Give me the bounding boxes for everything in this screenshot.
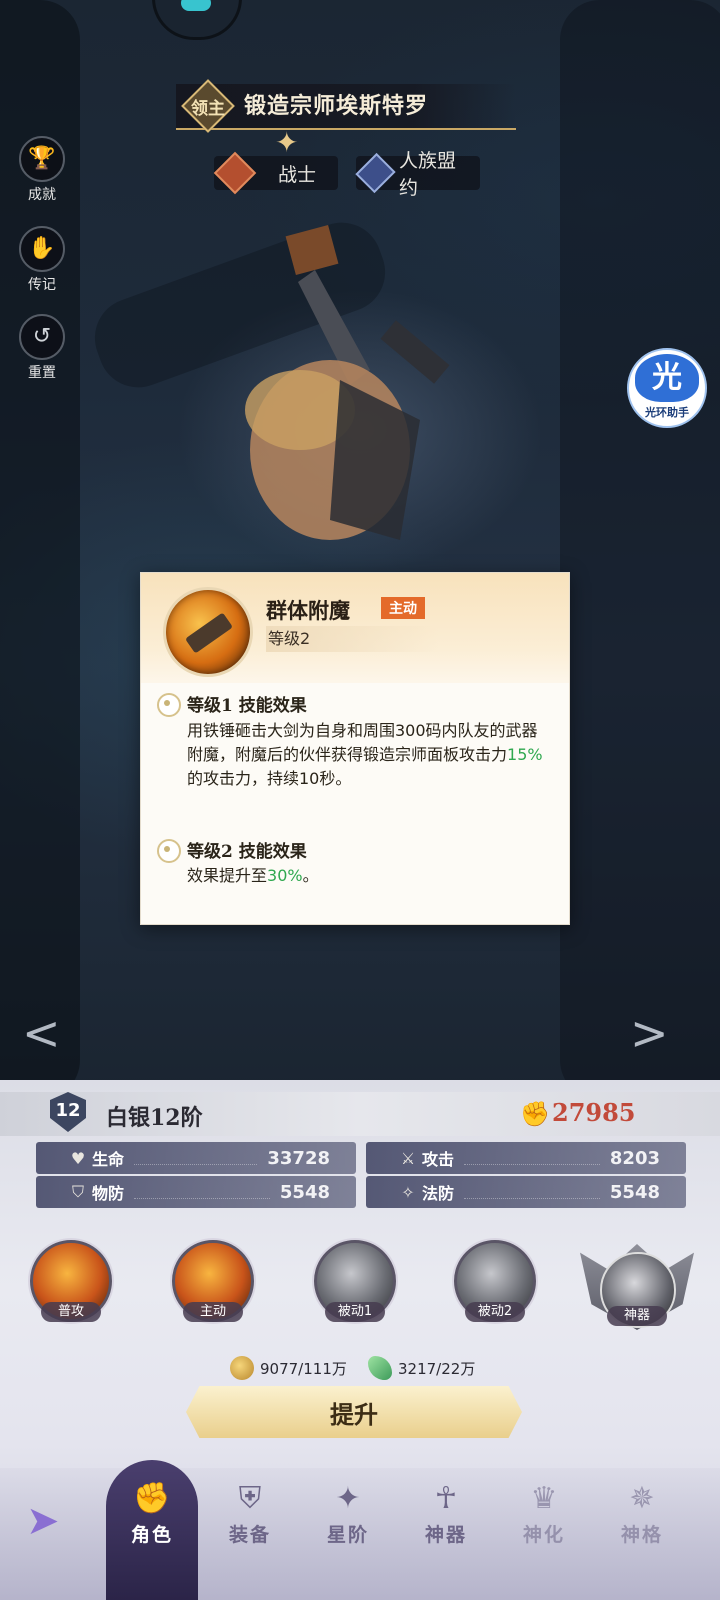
hammer-skill-icon — [163, 587, 253, 677]
sword-icon: ⚔ — [400, 1148, 416, 1168]
crystal-cost: 3217/22万 — [368, 1356, 475, 1380]
rank-level: 12 — [55, 1100, 81, 1121]
skill-type-badge: 主动 — [381, 597, 425, 619]
biography-button[interactable]: ✋ 传记 — [14, 226, 70, 294]
level1-effect-title: 等级1 技能效果 — [187, 696, 307, 716]
stat-attack: ⚔ 攻击 8203 — [366, 1142, 686, 1174]
trophy-icon: 🏆 — [19, 136, 65, 182]
magic-shield-icon: ✧ — [401, 1182, 415, 1202]
moon-bullet-icon — [157, 693, 181, 717]
handshake-icon: ✋ — [19, 226, 65, 272]
hero-faction-tag[interactable]: 人族盟约 — [355, 150, 480, 199]
back-arrow-icon[interactable]: ➤ — [26, 1498, 60, 1544]
skill-name: 群体附魔 — [266, 598, 350, 623]
hero-name: 锻造宗师埃斯特罗 — [244, 93, 429, 119]
nav-tab-divinity[interactable]: ✵ 神格 — [597, 1478, 687, 1547]
skill-slot-active[interactable]: 主动 — [172, 1240, 254, 1322]
upgrade-button[interactable]: 提升 — [186, 1386, 522, 1438]
hero-class-label: 战士 — [278, 163, 317, 186]
lord-badge: 领主 — [180, 82, 236, 130]
hero-faction-label: 人族盟约 — [398, 150, 456, 199]
next-hero-arrow-icon[interactable]: > — [630, 1006, 669, 1060]
faction-shield-icon — [355, 152, 396, 194]
achievement-button[interactable]: 🏆 成就 — [14, 136, 70, 204]
halo-label: 光环助手 — [645, 406, 689, 419]
hero-class-tag[interactable]: 战士 — [213, 151, 338, 195]
divinity-icon: ✵ — [629, 1481, 655, 1516]
rank-emblem: 12 — [40, 1088, 96, 1144]
shield-icon: ⛉ — [71, 1182, 84, 1201]
skill-level: 等级2 — [266, 626, 438, 652]
sparkle-icon: ✦ — [275, 126, 299, 159]
prev-hero-arrow-icon[interactable]: < — [22, 1006, 61, 1060]
halo-glyph: 光 — [635, 354, 699, 402]
halo-assistant-button[interactable]: 光 光环助手 — [627, 348, 707, 428]
nav-tab-equipment[interactable]: ⛨ 装备 — [205, 1478, 295, 1547]
reset-button[interactable]: ↺ 重置 — [14, 314, 70, 382]
avatar-mascot-icon — [181, 0, 211, 11]
star-icon: ✦ — [335, 1481, 361, 1516]
nav-tab-artifact[interactable]: ☥ 神器 — [401, 1478, 491, 1547]
stat-physical-defense: ⛉ 物防 5548 — [36, 1176, 356, 1208]
level2-effect-title: 等级2 技能效果 — [187, 842, 307, 862]
armor-icon: ⛨ — [238, 1481, 262, 1516]
hero-figure — [220, 220, 480, 580]
stat-magic-defense: ✧ 法防 5548 — [366, 1176, 686, 1208]
rank-title: 白银12阶 — [106, 1105, 203, 1131]
nav-tab-star[interactable]: ✦ 星阶 — [303, 1478, 393, 1547]
gold-coin-icon — [230, 1356, 254, 1380]
tree-trunk — [560, 0, 720, 1100]
reset-icon: ↺ — [19, 314, 65, 360]
skill-slot-passive2[interactable]: 被动2 — [454, 1240, 536, 1322]
level1-effect-text: 用铁锤砸击大剑为自身和周围300码内队友的武器附魔，附魔后的伙伴获得锻造宗师面板… — [187, 721, 543, 788]
artifact-icon: ☥ — [434, 1481, 458, 1516]
level2-effect-text: 效果提升至30%。 — [187, 866, 319, 885]
skill-slot-passive1[interactable]: 被动1 — [314, 1240, 396, 1322]
green-crystal-icon — [368, 1356, 392, 1380]
gold-cost: 9077/111万 — [230, 1356, 347, 1380]
stat-hp: ♥ 生命 33728 — [36, 1142, 356, 1174]
nav-tab-deify[interactable]: ♛ 神化 — [499, 1478, 589, 1547]
stats-grid: ♥ 生命 33728 ⚔ 攻击 8203 ⛉ 物防 5548 ✧ 法防 5548 — [36, 1142, 686, 1218]
fist-power-icon: ✊ — [520, 1100, 550, 1128]
fist-icon: ✊ — [133, 1481, 171, 1516]
combat-power: 27985 — [552, 1098, 636, 1127]
skill-slot-basic[interactable]: 普攻 — [30, 1240, 112, 1322]
skill-slot-artifact[interactable]: 神器 — [574, 1236, 700, 1346]
heart-icon: ♥ — [70, 1148, 86, 1168]
skill-detail-popup[interactable]: 群体附魔 主动 等级2 等级1 技能效果 用铁锤砸击大剑为自身和周围300码内队… — [140, 572, 570, 925]
nav-tab-role[interactable]: ✊ 角色 — [107, 1478, 197, 1547]
warrior-icon — [213, 151, 257, 195]
crown-icon: ♛ — [530, 1481, 558, 1516]
moon-bullet-icon — [157, 839, 181, 863]
